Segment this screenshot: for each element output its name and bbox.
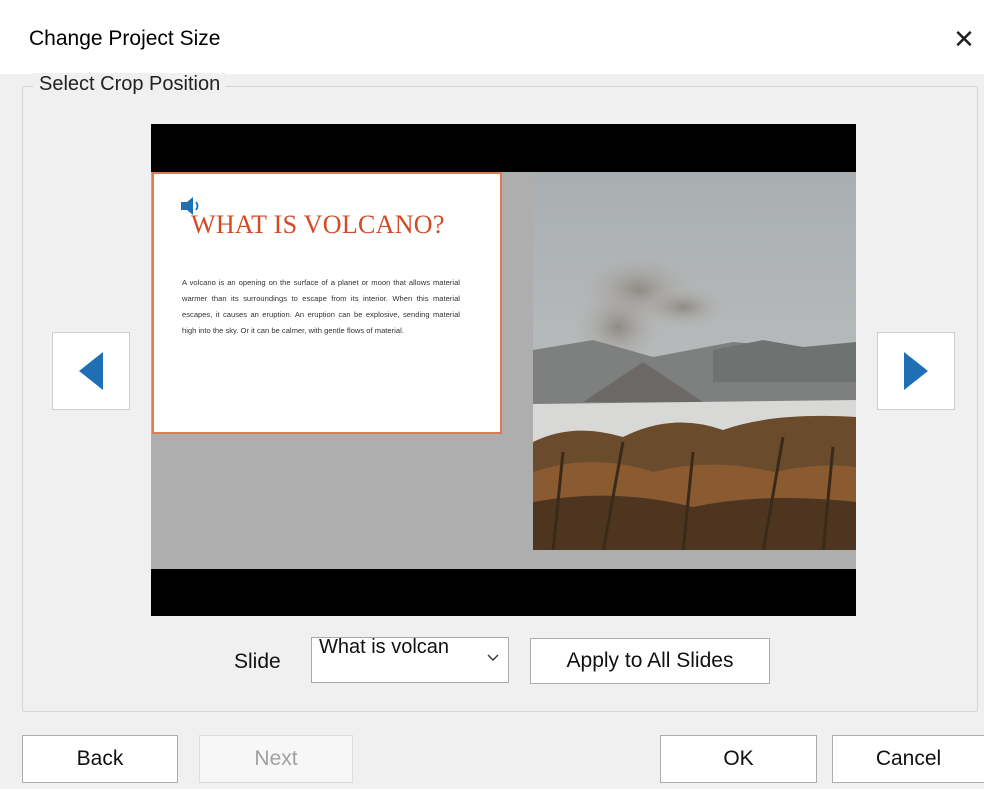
title-bar: Change Project Size ✕ <box>0 0 984 74</box>
triangle-right-icon <box>904 352 928 390</box>
slide-dropdown-value: What is volcan <box>319 637 450 658</box>
slide-canvas: WHAT IS VOLCANO? A volcano is an opening… <box>151 172 856 569</box>
slide-body-text: A volcano is an opening on the surface o… <box>182 278 460 335</box>
dialog-title: Change Project Size <box>29 27 221 50</box>
slide-heading: WHAT IS VOLCANO? <box>191 210 445 239</box>
triangle-left-icon <box>79 352 103 390</box>
back-button[interactable]: Back <box>22 735 178 783</box>
change-project-size-dialog: Change Project Size ✕ Select Crop Positi… <box>0 0 984 789</box>
ok-button[interactable]: OK <box>660 735 817 783</box>
next-slide-button[interactable] <box>877 332 955 410</box>
close-icon: ✕ <box>953 23 975 54</box>
apply-to-all-slides-button[interactable]: Apply to All Slides <box>530 638 770 684</box>
close-button[interactable]: ✕ <box>944 14 984 64</box>
next-button: Next <box>199 735 353 783</box>
cancel-button[interactable]: Cancel <box>832 735 984 783</box>
slide-dropdown[interactable]: What is volcan <box>311 637 509 683</box>
previous-slide-button[interactable] <box>52 332 130 410</box>
slide-label: Slide <box>234 650 281 673</box>
volcano-photo <box>533 172 856 550</box>
crop-position-legend: Select Crop Position <box>33 73 227 96</box>
slide-text-card: WHAT IS VOLCANO? A volcano is an opening… <box>152 172 502 434</box>
slide-preview[interactable]: WHAT IS VOLCANO? A volcano is an opening… <box>151 124 856 616</box>
chevron-down-icon <box>487 654 499 661</box>
